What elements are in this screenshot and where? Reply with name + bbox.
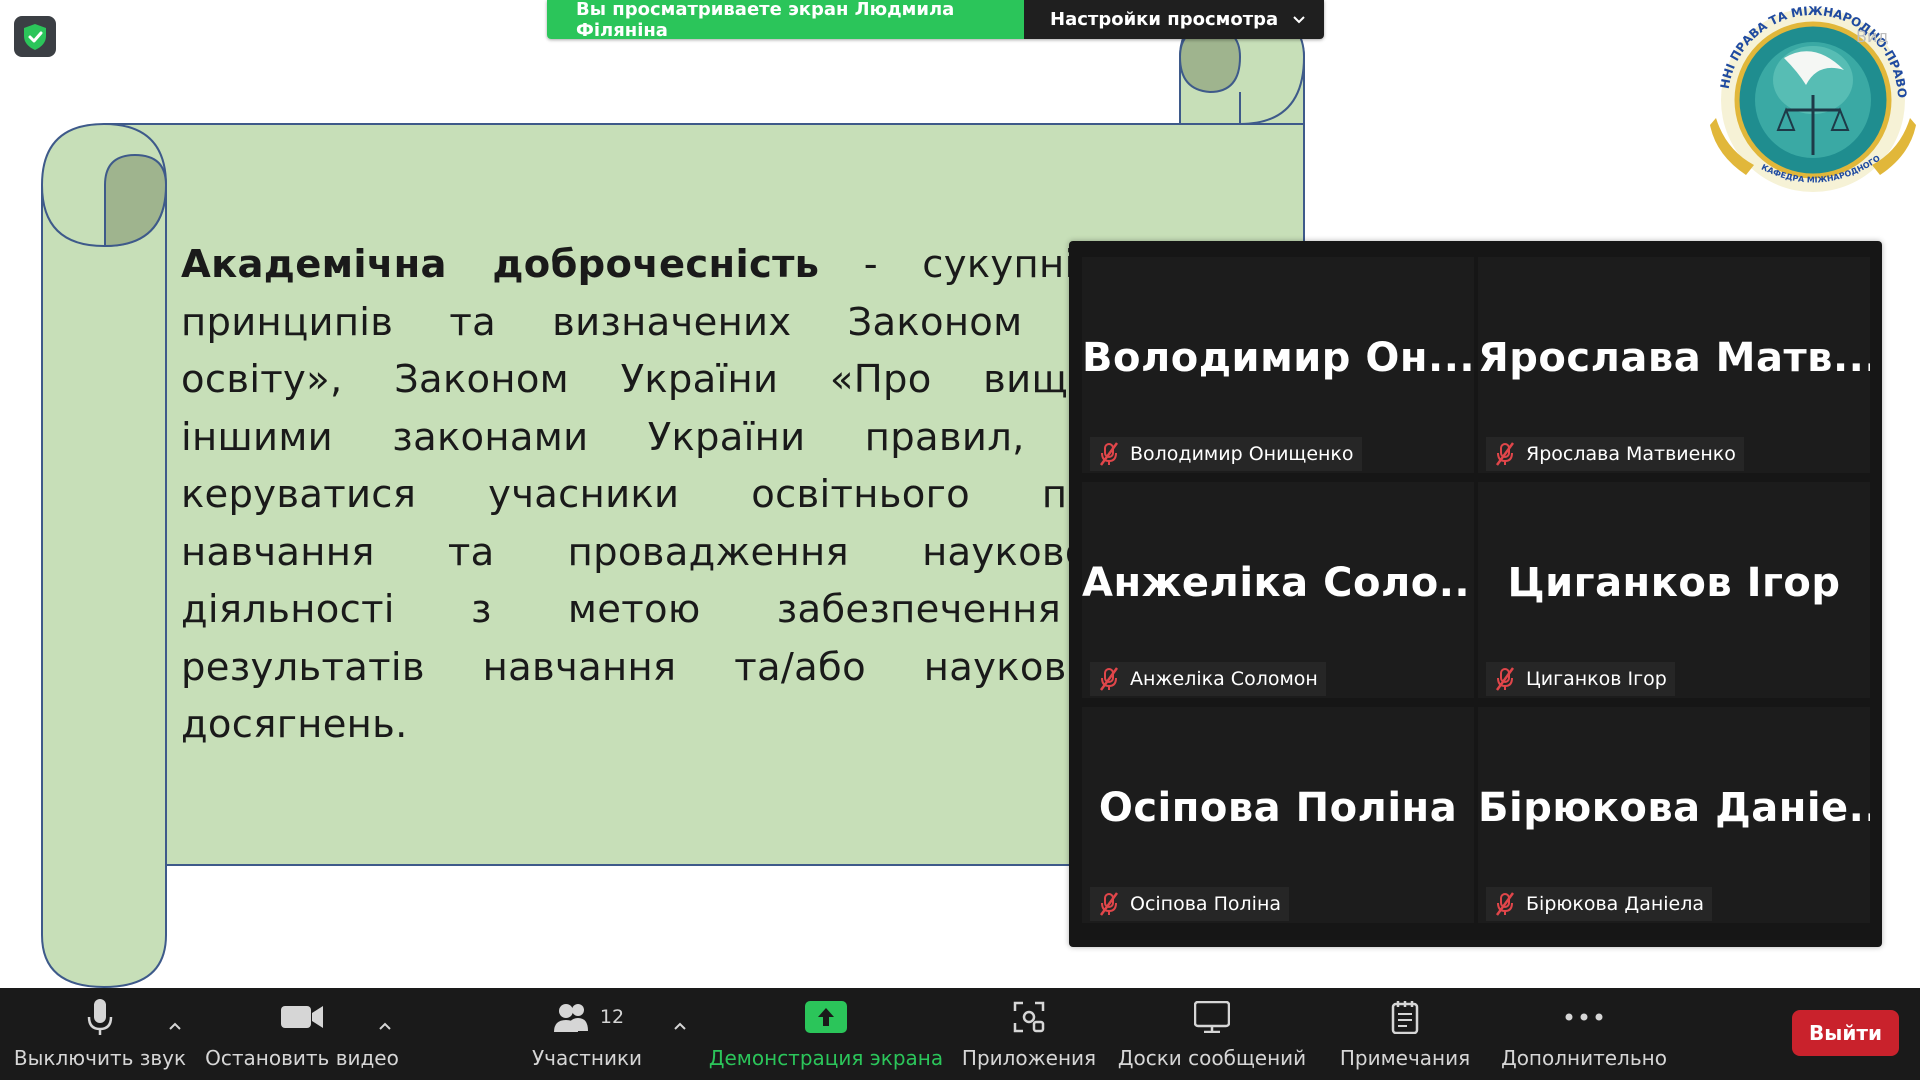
apps-button[interactable]: Приложения — [960, 988, 1098, 1080]
participant-name-label: Циганков Ігор — [1486, 662, 1675, 696]
meeting-toolbar: Выключить звук Остановить видео 12 Участ… — [0, 988, 1920, 1080]
share-screen-icon — [805, 1001, 847, 1033]
participant-name-label: Анжеліка Соломон — [1090, 662, 1326, 696]
muted-mic-icon — [1490, 441, 1520, 467]
whiteboards-button[interactable]: Доски сообщений — [1118, 988, 1306, 1080]
participant-name-label: Володимир Онищенко — [1090, 437, 1362, 471]
participants-icon — [553, 1004, 588, 1032]
view-hint-text: Вид — [1856, 27, 1888, 46]
participants-count: 12 — [599, 1006, 625, 1028]
participant-label-text: Ярослава Матвиенко — [1526, 443, 1736, 465]
mute-label: Выключить звук — [13, 1046, 187, 1070]
audio-options-caret[interactable] — [163, 1014, 187, 1038]
participant-display-name: Ярослава Матв... — [1478, 335, 1870, 381]
notes-icon — [1391, 1001, 1419, 1034]
video-gallery: Володимир Он... Володимир Онищенко Яросл… — [1069, 241, 1882, 947]
participants-button[interactable]: 12 Участники — [527, 988, 647, 1080]
slide-definition-text: Академічна доброчесність - сукупність е … — [181, 236, 1211, 754]
shield-check-icon — [24, 23, 46, 50]
participant-display-name: Циганков Ігор — [1507, 560, 1841, 606]
whiteboards-label: Доски сообщений — [1117, 1046, 1307, 1070]
participant-display-name: Осіпова Поліна — [1098, 785, 1458, 831]
notes-label: Примечания — [1339, 1046, 1471, 1070]
participant-tile[interactable]: Осіпова Поліна Осіпова Поліна — [1082, 707, 1474, 923]
video-camera-icon — [281, 1006, 323, 1028]
participant-tile[interactable]: Володимир Он... Володимир Онищенко — [1082, 257, 1474, 473]
participant-label-text: Осіпова Поліна — [1130, 893, 1282, 915]
stop-video-label: Остановить видео — [205, 1046, 399, 1070]
share-screen-button[interactable]: Демонстрация экрана — [708, 988, 944, 1080]
muted-mic-icon — [1094, 441, 1124, 467]
participant-name-label: Ярослава Матвиенко — [1486, 437, 1744, 471]
participant-label-text: Володимир Онищенко — [1130, 443, 1354, 465]
participant-tile[interactable]: Бірюкова Даніе... Бірюкова Даніела — [1478, 707, 1870, 923]
institute-logo: ННІ ПРАВА ТА МІЖНАРОДНО-ПРАВОВИХ ВІДНОСИ… — [1706, 0, 1916, 192]
chevron-up-icon — [674, 1022, 686, 1030]
participant-name-label: Осіпова Поліна — [1090, 887, 1290, 921]
more-button[interactable]: Дополнительно — [1500, 988, 1668, 1080]
apps-icon — [1013, 1001, 1045, 1033]
participant-display-name: Бірюкова Даніе... — [1478, 785, 1870, 831]
participants-options-caret[interactable] — [668, 1014, 692, 1038]
participant-display-name: Анжеліка Соло... — [1082, 560, 1474, 606]
muted-mic-icon — [1490, 891, 1520, 917]
muted-mic-icon — [1094, 666, 1124, 692]
whiteboard-icon — [1194, 1001, 1230, 1033]
screen-share-status: Вы просматриваете экран Людмила Філяніна — [547, 0, 1024, 39]
slide-term: Академічна доброчесність — [181, 242, 820, 287]
more-label: Дополнительно — [1501, 1046, 1667, 1070]
view-options-dropdown[interactable]: Настройки просмотра — [1024, 0, 1324, 39]
slide-definition: - сукупність е принципів та визначених З… — [181, 242, 1212, 747]
muted-mic-icon — [1490, 666, 1520, 692]
leave-button[interactable]: Выйти — [1792, 1010, 1899, 1056]
apps-label: Приложения — [961, 1046, 1097, 1070]
participant-name-label: Бірюкова Даніела — [1486, 887, 1713, 921]
share-screen-label: Демонстрация экрана — [708, 1046, 944, 1070]
share-banner: Вы просматриваете экран Людмила Філяніна… — [547, 0, 1324, 39]
microphone-icon — [87, 999, 113, 1035]
chevron-up-icon — [379, 1022, 391, 1030]
chevron-up-icon — [169, 1022, 181, 1030]
mute-button[interactable]: Выключить звук — [13, 988, 187, 1080]
participant-label-text: Анжеліка Соломон — [1130, 668, 1318, 690]
participant-tile[interactable]: Циганков Ігор Циганков Ігор — [1478, 482, 1870, 698]
participant-label-text: Бірюкова Даніела — [1526, 893, 1705, 915]
stop-video-button[interactable]: Остановить видео — [205, 988, 399, 1080]
more-dots-icon — [1565, 1013, 1603, 1021]
chevron-down-icon — [1293, 15, 1305, 23]
participants-label: Участники — [531, 1046, 643, 1070]
notes-button[interactable]: Примечания — [1334, 988, 1476, 1080]
view-options-label: Настройки просмотра — [1050, 9, 1279, 30]
participant-tile[interactable]: Ярослава Матв... Ярослава Матвиенко — [1478, 257, 1870, 473]
security-badge[interactable] — [14, 16, 56, 57]
muted-mic-icon — [1094, 891, 1124, 917]
video-options-caret[interactable] — [373, 1014, 397, 1038]
participant-tile[interactable]: Анжеліка Соло... Анжеліка Соломон — [1082, 482, 1474, 698]
participant-display-name: Володимир Он... — [1082, 335, 1474, 381]
participant-label-text: Циганков Ігор — [1526, 668, 1667, 690]
